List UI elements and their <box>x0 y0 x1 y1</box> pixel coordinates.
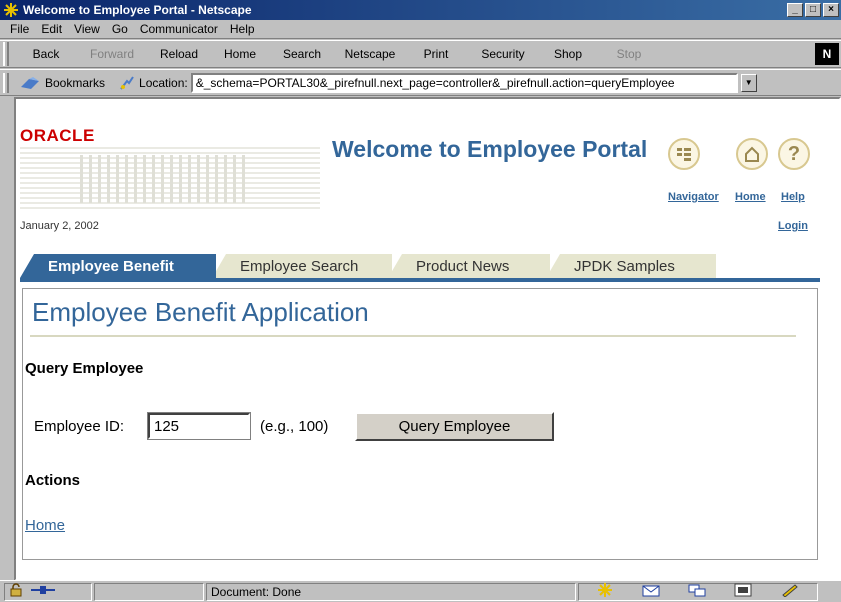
search-button[interactable]: Search <box>269 47 335 61</box>
portal-date: January 2, 2002 <box>20 220 99 232</box>
title-divider <box>30 335 796 337</box>
reload-button[interactable]: Reload <box>147 47 211 61</box>
status-text: Document: Done <box>206 582 576 601</box>
tab-product-news[interactable]: Product News <box>388 254 550 278</box>
progress-bar <box>94 582 204 601</box>
location-label: Location: <box>139 75 188 90</box>
back-button[interactable]: Back <box>15 47 77 61</box>
portal-title: Welcome to Employee Portal <box>332 136 648 162</box>
home-link[interactable]: Home <box>25 517 65 534</box>
location-input[interactable]: &_schema=PORTAL30&_pirefnull.next_page=c… <box>190 72 738 93</box>
employee-id-input[interactable] <box>147 412 251 440</box>
home-header-link[interactable]: Home <box>735 191 766 203</box>
netscape-icon <box>3 2 19 18</box>
bookmarks-icon[interactable] <box>19 75 41 91</box>
component-bar <box>578 582 818 601</box>
composer-icon[interactable] <box>734 583 752 600</box>
employee-id-label: Employee ID: <box>34 418 125 435</box>
help-link[interactable]: Help <box>781 191 805 203</box>
tab-divider <box>20 278 820 282</box>
query-employee-heading: Query Employee <box>25 360 144 377</box>
toolbar-grip[interactable] <box>3 42 9 66</box>
menu-help[interactable]: Help <box>224 22 261 36</box>
mail-icon[interactable] <box>642 583 660 600</box>
netscape-button[interactable]: Netscape <box>335 47 405 61</box>
navigator-link[interactable]: Navigator <box>668 191 719 203</box>
menu-bar: File Edit View Go Communicator Help <box>0 20 841 39</box>
title-bar: Welcome to Employee Portal - Netscape _ … <box>0 0 841 20</box>
tab-employee-benefit[interactable]: Employee Benefit <box>20 254 216 278</box>
oracle-logo: ORACLE <box>20 126 95 145</box>
security-status[interactable] <box>4 582 92 601</box>
page-proxy-icon[interactable] <box>119 75 135 91</box>
navigation-toolbar: Back Forward Reload Home Search Netscape… <box>0 40 841 68</box>
navigator-component-icon[interactable] <box>597 583 613 600</box>
shop-button[interactable]: Shop <box>539 47 597 61</box>
portal-tabs: Employee Benefit Employee Search Product… <box>20 254 716 278</box>
home-button[interactable]: Home <box>211 47 269 61</box>
home-icon[interactable] <box>736 138 768 170</box>
app-title: Employee Benefit Application <box>32 297 369 327</box>
location-toolbar: Bookmarks Location: &_schema=PORTAL30&_p… <box>0 69 841 96</box>
login-link[interactable]: Login <box>778 220 808 232</box>
query-employee-button[interactable]: Query Employee <box>355 412 554 441</box>
toolbar-grip[interactable] <box>3 72 9 93</box>
sidebar-strip <box>0 97 14 581</box>
help-icon[interactable]: ? <box>778 138 810 170</box>
security-button[interactable]: Security <box>467 47 539 61</box>
print-button[interactable]: Print <box>405 47 467 61</box>
lock-icon[interactable] <box>9 583 23 600</box>
menu-go[interactable]: Go <box>106 22 134 36</box>
menu-edit[interactable]: Edit <box>35 22 68 36</box>
tab-jpdk-samples[interactable]: JPDK Samples <box>546 254 716 278</box>
banner-graphic <box>20 147 320 209</box>
pen-icon[interactable] <box>781 583 799 600</box>
menu-communicator[interactable]: Communicator <box>134 22 224 36</box>
chevron-down-icon[interactable]: ▼ <box>740 73 757 92</box>
menu-file[interactable]: File <box>4 22 35 36</box>
window-title: Welcome to Employee Portal - Netscape <box>23 3 252 17</box>
bookmarks-label[interactable]: Bookmarks <box>45 76 105 90</box>
minimize-button[interactable]: _ <box>787 3 803 17</box>
forward-button[interactable]: Forward <box>77 47 147 61</box>
employee-id-hint: (e.g., 100) <box>260 418 329 435</box>
actions-heading: Actions <box>25 472 81 489</box>
discussion-icon[interactable] <box>688 583 706 600</box>
connection-icon <box>31 584 55 599</box>
stop-button[interactable]: Stop <box>597 47 661 61</box>
menu-view[interactable]: View <box>68 22 106 36</box>
tab-employee-search[interactable]: Employee Search <box>212 254 392 278</box>
netscape-logo: N <box>815 43 839 65</box>
navigator-icon[interactable] <box>668 138 700 170</box>
status-bar: Document: Done <box>0 580 841 602</box>
maximize-button[interactable]: □ <box>805 3 821 17</box>
close-button[interactable]: × <box>823 3 839 17</box>
